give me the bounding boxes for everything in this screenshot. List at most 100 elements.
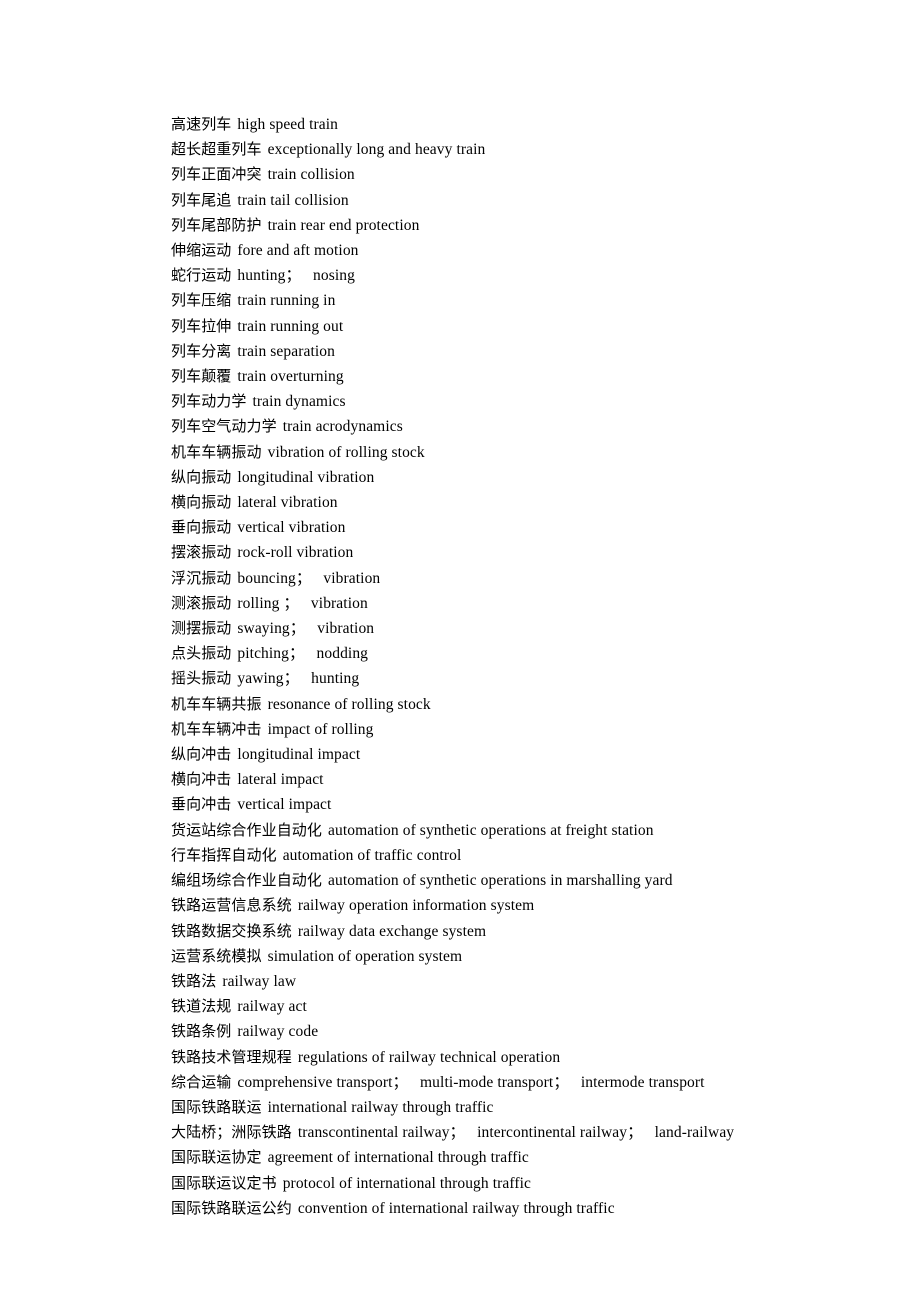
- term-english: transcontinental railway； intercontinent…: [297, 1124, 735, 1142]
- document-page: 高速列车 high speed train 超长超重列车 exceptionally …: [0, 0, 920, 1302]
- term-english: yawing； hunting: [237, 670, 360, 688]
- term-english: railway data exchange system: [297, 922, 487, 940]
- term-chinese: 铁路技术管理规程: [171, 1047, 292, 1066]
- glossary-entry: 列车尾追 train tail collision: [171, 188, 871, 213]
- term-english: train dynamics: [252, 393, 346, 411]
- term-english: railway law: [222, 972, 297, 990]
- term-english: automation of synthetic operations at fr…: [328, 821, 654, 839]
- glossary-entry: 铁路条例 railway code: [171, 1019, 871, 1044]
- term-chinese: 机车车辆共振: [171, 694, 262, 713]
- glossary-entry: 国际联运议定书 protocol of international through…: [171, 1171, 871, 1196]
- term-chinese: 超长超重列车: [171, 140, 262, 159]
- glossary-entry: 横向振动 lateral vibration: [171, 490, 871, 515]
- term-english: rock-roll vibration: [237, 544, 354, 562]
- term-english: regulations of railway technical operati…: [297, 1048, 561, 1066]
- glossary-entry: 点头振动 pitching； nodding: [171, 641, 871, 666]
- term-english: train separation: [237, 342, 335, 360]
- term-english: high speed train: [237, 116, 339, 133]
- term-chinese: 伸缩运动: [171, 241, 232, 260]
- term-english: swaying； vibration: [237, 620, 375, 638]
- term-english: vibration of rolling stock: [267, 443, 425, 461]
- term-chinese: 国际联运议定书: [171, 1173, 277, 1192]
- term-chinese: 铁道法规: [171, 997, 232, 1016]
- term-english: exceptionally long and heavy train: [267, 141, 486, 159]
- term-english: train running out: [237, 317, 344, 335]
- glossary-entry: 摇头振动 yawing； hunting: [171, 666, 871, 691]
- term-chinese: 机车车辆冲击: [171, 719, 262, 738]
- glossary-entry: 横向冲击 lateral impact: [171, 767, 871, 792]
- term-chinese: 点头振动: [171, 644, 232, 663]
- term-english: train overturning: [237, 368, 344, 386]
- term-chinese: 列车压缩: [171, 291, 232, 310]
- term-chinese: 垂向冲击: [171, 795, 232, 814]
- glossary-entry: 国际联运协定 agreement of international through…: [171, 1145, 871, 1170]
- term-chinese: 国际铁路联运公约: [171, 1198, 292, 1217]
- term-english: impact of rolling: [267, 720, 374, 738]
- term-english: train tail collision: [237, 191, 349, 209]
- glossary-list: 高速列车 high speed train 超长超重列车 exceptionally …: [171, 112, 871, 1221]
- term-chinese: 纵向振动: [171, 467, 232, 486]
- glossary-entry: 蛇行运动 hunting； nosing: [171, 263, 871, 288]
- term-english: train acrodynamics: [282, 418, 403, 436]
- term-english: bouncing； vibration: [237, 569, 381, 587]
- glossary-entry: 综合运输 comprehensive transport； multi-mode …: [171, 1070, 871, 1095]
- glossary-entry: 运营系统模拟 simulation of operation system: [171, 944, 871, 969]
- term-chinese: 列车尾部防护: [171, 215, 262, 234]
- term-chinese: 蛇行运动: [171, 266, 232, 285]
- glossary-entry: 列车尾部防护 train rear end protection: [171, 213, 871, 238]
- term-chinese: 铁路条例: [171, 1022, 232, 1041]
- glossary-entry: 列车拉伸 train running out: [171, 314, 871, 339]
- glossary-entry: 行车指挥自动化 automation of traffic control: [171, 843, 871, 868]
- term-chinese: 运营系统模拟: [171, 946, 262, 965]
- term-chinese: 编组场综合作业自动化: [171, 871, 323, 890]
- term-chinese: 列车空气动力学: [171, 417, 277, 436]
- term-english: train collision: [267, 166, 355, 184]
- term-chinese: 摇头振动: [171, 669, 232, 688]
- term-chinese: 行车指挥自动化: [171, 845, 277, 864]
- term-english: longitudinal impact: [237, 746, 361, 764]
- term-english: vertical vibration: [237, 519, 346, 537]
- glossary-entry: 机车车辆振动 vibration of rolling stock: [171, 440, 871, 465]
- term-chinese: 国际铁路联运: [171, 1097, 262, 1116]
- term-english: automation of synthetic operations in ma…: [328, 872, 673, 890]
- term-english: convention of international railway thro…: [297, 1199, 615, 1217]
- glossary-entry: 纵向振动 longitudinal vibration: [171, 465, 871, 490]
- term-english: simulation of operation system: [267, 947, 463, 965]
- term-chinese: 列车分离: [171, 341, 232, 360]
- glossary-entry: 高速列车 high speed train: [171, 112, 871, 137]
- term-chinese: 机车车辆振动: [171, 442, 262, 461]
- glossary-entry: 铁路法 railway law: [171, 969, 871, 994]
- term-chinese: 国际联运协定: [171, 1148, 262, 1167]
- term-chinese: 综合运输: [171, 1072, 232, 1091]
- term-chinese: 列车颠覆: [171, 367, 232, 386]
- term-chinese: 铁路运营信息系统: [171, 896, 292, 915]
- glossary-entry: 国际铁路联运公约 convention of international rail…: [171, 1196, 871, 1221]
- term-chinese: 横向振动: [171, 493, 232, 512]
- glossary-entry: 伸缩运动 fore and aft motion: [171, 238, 871, 263]
- term-english: protocol of international through traffi…: [282, 1174, 531, 1192]
- term-english: lateral impact: [237, 771, 324, 789]
- glossary-entry: 机车车辆冲击 impact of rolling: [171, 717, 871, 742]
- term-english: hunting； nosing: [237, 267, 355, 285]
- term-chinese: 列车动力学: [171, 392, 247, 411]
- glossary-entry: 大陆桥；洲际铁路 transcontinental railway； interc…: [171, 1120, 871, 1145]
- glossary-entry: 铁路运营信息系统 railway operation information sy…: [171, 893, 871, 918]
- glossary-entry: 铁道法规 railway act: [171, 994, 871, 1019]
- term-chinese: 列车尾追: [171, 190, 232, 209]
- glossary-entry: 铁路技术管理规程 regulations of railway technical…: [171, 1045, 871, 1070]
- term-english: comprehensive transport； multi-mode tran…: [237, 1073, 705, 1091]
- term-chinese: 测摆振动: [171, 619, 232, 638]
- term-chinese: 横向冲击: [171, 770, 232, 789]
- glossary-entry: 垂向冲击 vertical impact: [171, 792, 871, 817]
- term-english: railway act: [237, 998, 307, 1016]
- glossary-entry: 列车压缩 train running in: [171, 288, 871, 313]
- glossary-entry: 铁路数据交换系统 railway data exchange system: [171, 919, 871, 944]
- term-english: rolling ； vibration: [237, 594, 368, 612]
- glossary-entry: 超长超重列车 exceptionally long and heavy train: [171, 137, 871, 162]
- term-chinese: 货运站综合作业自动化: [171, 820, 323, 839]
- glossary-entry: 机车车辆共振 resonance of rolling stock: [171, 692, 871, 717]
- term-chinese: 大陆桥；洲际铁路: [171, 1123, 292, 1142]
- glossary-entry: 测滚振动 rolling ； vibration: [171, 591, 871, 616]
- glossary-entry: 列车空气动力学 train acrodynamics: [171, 414, 871, 439]
- term-chinese: 铁路法: [171, 971, 217, 990]
